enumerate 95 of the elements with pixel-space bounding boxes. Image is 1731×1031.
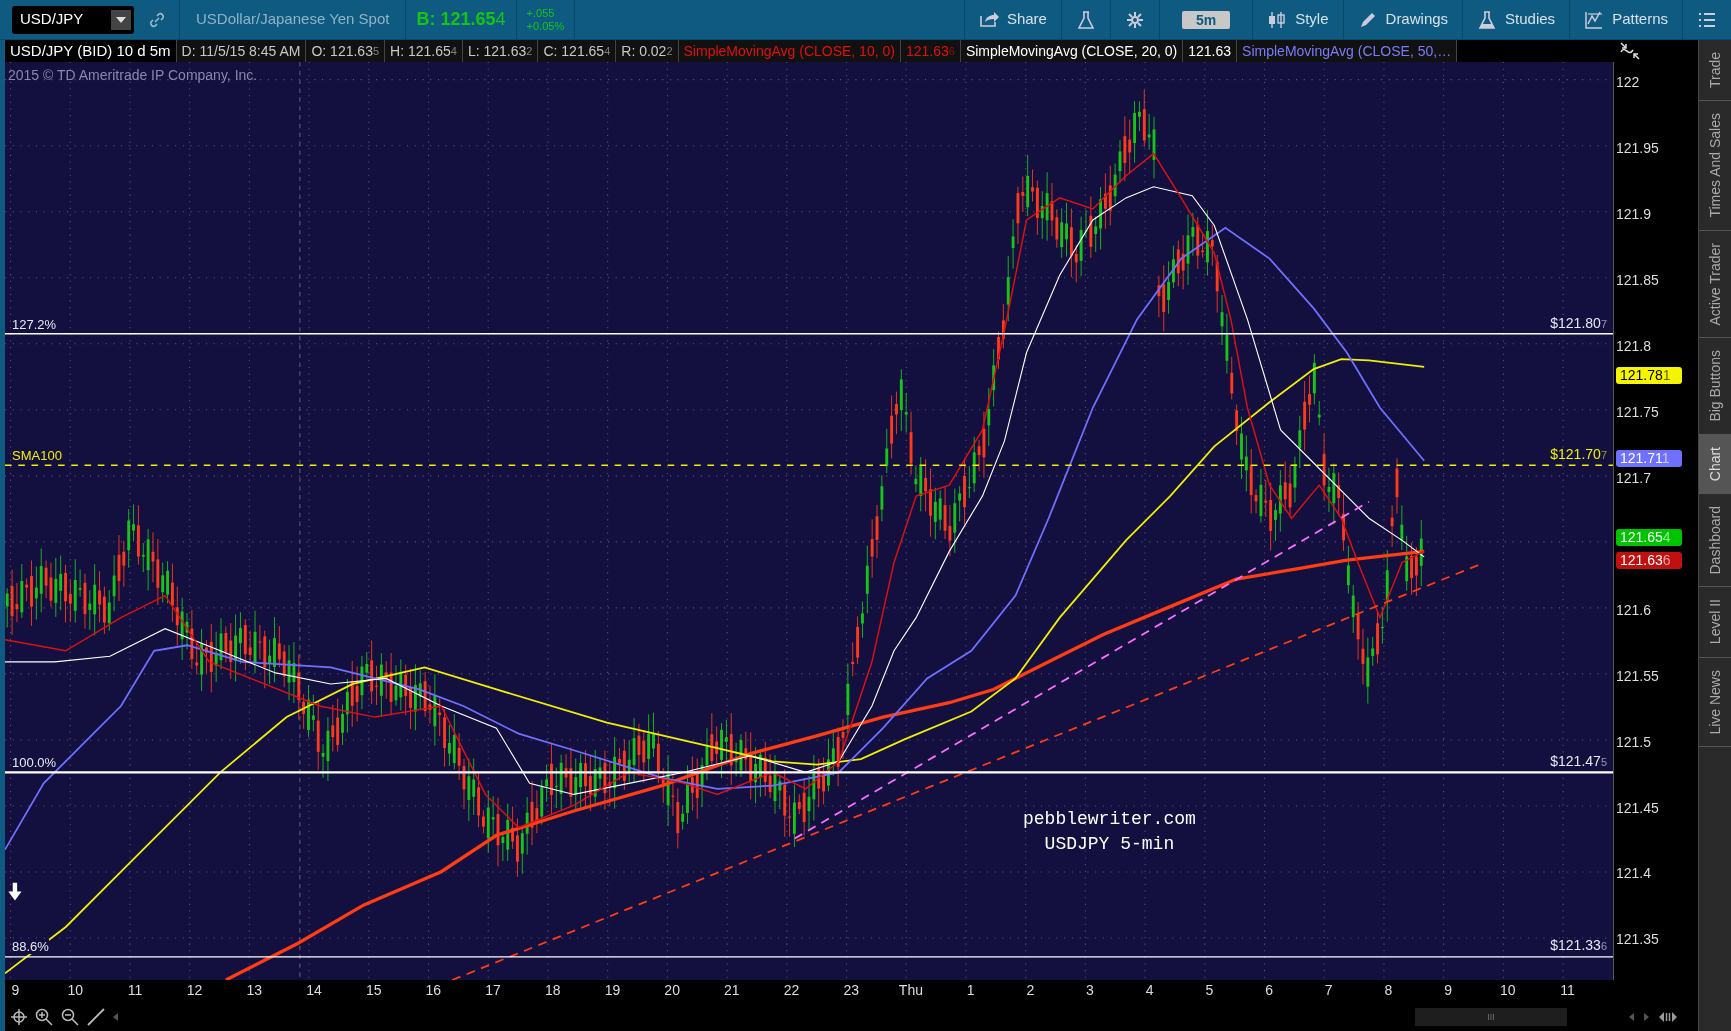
fit-width-icon[interactable] bbox=[1659, 1011, 1677, 1022]
axis-tick-label: 121.95 bbox=[1616, 139, 1659, 156]
info-value: SimpleMovingAvg (CLOSE, 20, 0) bbox=[960, 40, 1184, 62]
price-tag: 121.636 bbox=[1616, 552, 1682, 569]
info-value: L: 121.632 bbox=[462, 40, 539, 62]
level-price: $121.475 bbox=[1550, 753, 1607, 770]
time-axis-label: 22 bbox=[783, 982, 800, 998]
info-value: C: 121.654 bbox=[538, 40, 617, 62]
time-axis-label: 2 bbox=[1026, 982, 1035, 998]
time-axis-label: 4 bbox=[1145, 982, 1154, 998]
time-axis-label: 17 bbox=[485, 982, 501, 998]
candlestick-icon bbox=[1267, 9, 1288, 30]
bid-price: B: 121.654 bbox=[406, 0, 517, 39]
chart-annotation: USDJPY 5-min bbox=[1044, 833, 1175, 856]
share-button[interactable]: Share bbox=[963, 0, 1061, 39]
time-axis-label: Thu bbox=[898, 982, 923, 998]
axis-tick-label: 121.6 bbox=[1616, 601, 1652, 618]
time-axis-label: 11 bbox=[127, 982, 143, 998]
info-value: SimpleMovingAvg (CLOSE, 10, 0) bbox=[678, 40, 901, 62]
interval-button[interactable]: 5m bbox=[1158, 0, 1253, 39]
time-axis-label: 16 bbox=[425, 982, 442, 998]
time-axis-label: 12 bbox=[186, 982, 203, 998]
time-axis-label: 10 bbox=[1500, 982, 1516, 998]
time-axis-label: 9 bbox=[1444, 982, 1453, 998]
studies-button[interactable]: Studies bbox=[1462, 0, 1570, 39]
time-axis-label: 1 bbox=[966, 982, 975, 998]
axis-tick-label: 121.7 bbox=[1616, 469, 1652, 486]
axis-tick-label: 122 bbox=[1616, 73, 1640, 90]
time-axis-label: 23 bbox=[843, 982, 859, 998]
time-axis-label: 15 bbox=[365, 982, 382, 998]
axis-tick-label: 121.55 bbox=[1616, 667, 1659, 684]
scroll-left-icon[interactable] bbox=[1629, 1012, 1634, 1021]
dropdown-caret-icon bbox=[116, 16, 126, 23]
link-icon[interactable] bbox=[147, 10, 166, 29]
time-axis-label: 10 bbox=[67, 982, 83, 998]
axis-tick-label: 121.35 bbox=[1616, 931, 1659, 948]
level-price: $121.807 bbox=[1550, 315, 1607, 332]
line-drawing-icon[interactable] bbox=[87, 1007, 105, 1026]
style-button[interactable]: Style bbox=[1252, 0, 1343, 39]
info-value: D: 11/5/15 8:45 AM bbox=[176, 40, 307, 62]
axis-tick-label: 121.45 bbox=[1616, 799, 1659, 816]
grip-icon bbox=[1488, 1013, 1494, 1020]
scroll-right-icon[interactable] bbox=[1644, 1012, 1649, 1021]
axis-tick-label: 121.5 bbox=[1616, 733, 1652, 750]
zoom-out-icon[interactable] bbox=[61, 1007, 79, 1026]
time-axis-label: 6 bbox=[1265, 982, 1273, 998]
settings-icon bbox=[1124, 9, 1145, 30]
drawings-button[interactable]: Drawings bbox=[1342, 0, 1463, 39]
copyright-text: 2015 © TD Ameritrade IP Company, Inc. bbox=[8, 66, 258, 85]
level-label: 88.6% bbox=[12, 939, 49, 955]
time-axis-label: 7 bbox=[1324, 982, 1333, 998]
flask-icon bbox=[1477, 9, 1498, 30]
scroll-left-icon[interactable] bbox=[113, 1012, 119, 1021]
price-tag: 121.781 bbox=[1616, 367, 1682, 384]
symbol-description: USDollar/Japanese Yen Spot bbox=[180, 0, 407, 39]
info-value: SimpleMovingAvg (CLOSE, 50,… bbox=[1237, 40, 1458, 62]
time-axis-label: 5 bbox=[1205, 982, 1214, 998]
patterns-button[interactable]: Patterns bbox=[1569, 0, 1682, 39]
time-axis-label: 13 bbox=[246, 982, 263, 998]
price-change: +.055 bbox=[526, 6, 556, 20]
axis-tick-label: 121.8 bbox=[1616, 337, 1652, 354]
side-tab[interactable]: Chart bbox=[1699, 434, 1731, 494]
zoom-in-icon[interactable] bbox=[35, 1007, 53, 1026]
time-axis-label: 18 bbox=[544, 982, 561, 998]
axis-tick-label: 121.9 bbox=[1616, 205, 1652, 222]
time-axis-label: 14 bbox=[306, 982, 322, 998]
scrollbar[interactable] bbox=[1415, 1007, 1567, 1026]
axis-tick-label: 121.85 bbox=[1616, 271, 1659, 288]
pattern-chart-icon bbox=[1584, 9, 1605, 30]
time-axis-label: 21 bbox=[724, 982, 740, 998]
info-value: 121.63 bbox=[1183, 40, 1238, 62]
time-axis-label: 9 bbox=[11, 982, 20, 998]
symbol-field[interactable]: USD/JPY bbox=[12, 5, 134, 34]
axis-tick-label: 121.75 bbox=[1616, 403, 1659, 420]
info-value: O: 121.635 bbox=[306, 40, 386, 62]
level-price: $121.336 bbox=[1550, 938, 1607, 955]
info-value: H: 121.654 bbox=[385, 40, 463, 62]
time-axis-label: 3 bbox=[1086, 982, 1094, 998]
time-axis-label: 8 bbox=[1384, 982, 1393, 998]
time-axis-label: 20 bbox=[664, 982, 680, 998]
time-axis-label: 11 bbox=[1560, 982, 1575, 998]
price-tag: 121.711 bbox=[1616, 450, 1682, 467]
crosshair-icon[interactable] bbox=[11, 1008, 27, 1025]
percent-change: +0.05% bbox=[526, 19, 565, 33]
chart-annotation: pebblewriter.com bbox=[1023, 808, 1196, 831]
axis-tick-label: 121.4 bbox=[1616, 865, 1652, 882]
down-arrow-icon bbox=[8, 882, 22, 901]
time-axis-label: 19 bbox=[604, 982, 621, 998]
share-icon bbox=[978, 9, 999, 30]
price-tag: 121.654 bbox=[1616, 529, 1682, 546]
level-price: $121.707 bbox=[1550, 446, 1607, 463]
info-value: R: 0.022 bbox=[616, 40, 679, 62]
info-value: 121.636 bbox=[900, 40, 961, 62]
auto-scale-icon[interactable] bbox=[1619, 41, 1641, 61]
flask-icon bbox=[1075, 9, 1096, 30]
